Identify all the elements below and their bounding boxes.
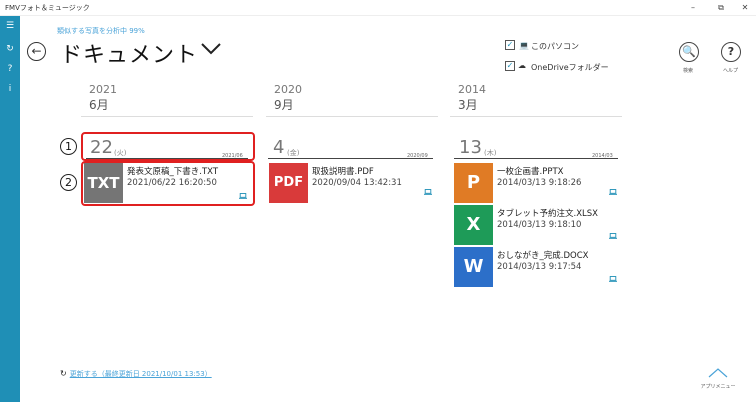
cloud-icon: ☁ (518, 61, 526, 70)
callout-number: 1 (60, 138, 77, 155)
file-name: タブレット予約注文.XLSX (497, 209, 598, 219)
month-divider (81, 116, 253, 117)
minimize-button[interactable]: – (687, 2, 699, 14)
laptop-icon: 💻 (519, 41, 529, 50)
hamburger-menu-icon[interactable]: ☰ (4, 20, 16, 32)
day-of-week: (金) (287, 149, 300, 157)
laptop-icon (609, 276, 617, 282)
analysis-status: 類似する写真を分析中 99% (57, 27, 145, 35)
day-divider (268, 158, 433, 159)
file-date: 2020/09/04 13:42:31 (312, 178, 402, 188)
help-icon: ? (727, 45, 735, 58)
pdf-file-icon: PDF (269, 163, 308, 203)
help-button[interactable]: ? (721, 42, 741, 62)
highlight-box-day (81, 132, 255, 161)
chevron-down-icon[interactable] (199, 38, 223, 58)
file-date: 2014/03/13 9:17:54 (497, 262, 582, 272)
month-divider (266, 116, 438, 117)
search-icon: 🔍 (682, 45, 696, 58)
file-date: 2014/03/13 9:18:26 (497, 178, 582, 188)
month-label: 3月 (458, 98, 478, 112)
arrow-left-icon: ← (31, 44, 42, 58)
help-icon[interactable]: ? (4, 63, 16, 75)
refresh-icon[interactable]: ↻ (4, 43, 16, 55)
source-onedrive-checkbox[interactable]: ✓ (505, 61, 515, 71)
app-menu-button[interactable]: アプリメニュー (700, 365, 736, 393)
year-label: 2021 (89, 83, 117, 96)
search-label: 検索 (683, 68, 694, 74)
word-file-icon: W (454, 247, 493, 287)
month-divider (450, 116, 622, 117)
chevron-up-icon (708, 368, 728, 378)
close-button[interactable]: ✕ (739, 2, 751, 14)
month-label: 9月 (274, 98, 294, 112)
year-label: 2020 (274, 83, 302, 96)
laptop-icon (609, 233, 617, 239)
restore-button[interactable]: ⧉ (715, 2, 727, 14)
file-item[interactable]: W おしながき_完成.DOCX 2014/03/13 9:17:54 (454, 247, 622, 287)
day-number[interactable]: 4 (273, 137, 284, 158)
laptop-icon (424, 189, 432, 195)
file-date: 2014/03/13 9:18:10 (497, 220, 582, 230)
highlight-box-file (81, 161, 255, 206)
source-pc-checkbox[interactable]: ✓ (505, 40, 515, 50)
title-bar: FMVフォト＆ミュージック – ⧉ ✕ (0, 0, 756, 16)
month-label: 6月 (89, 98, 109, 112)
powerpoint-file-icon: P (454, 163, 493, 203)
day-of-week: (木) (484, 149, 497, 157)
day-divider (454, 158, 618, 159)
app-menu-label: アプリメニュー (700, 384, 736, 390)
search-button[interactable]: 🔍 (679, 42, 699, 62)
file-name: 取扱説明書.PDF (312, 167, 374, 177)
back-button[interactable]: ← (27, 42, 46, 61)
source-pc-label: このパソコン (531, 42, 579, 51)
day-number[interactable]: 13 (459, 137, 482, 158)
refresh-text: 更新する（最終更新日 2021/10/01 13:53） (69, 370, 212, 378)
file-item[interactable]: X タブレット予約注文.XLSX 2014/03/13 9:18:10 (454, 205, 622, 245)
excel-file-icon: X (454, 205, 493, 245)
sidebar: ☰ ↻ ? i (0, 16, 20, 402)
help-label: ヘルプ (723, 68, 739, 74)
file-name: おしながき_完成.DOCX (497, 251, 589, 261)
page-title: ドキュメント (60, 43, 199, 68)
file-item[interactable]: PDF 取扱説明書.PDF 2020/09/04 13:42:31 (269, 163, 437, 203)
refresh-icon: ↻ (60, 369, 67, 378)
app-title: FMVフォト＆ミュージック (5, 4, 90, 12)
laptop-icon (609, 189, 617, 195)
callout-number: 2 (60, 174, 77, 191)
refresh-link[interactable]: ↻ 更新する（最終更新日 2021/10/01 13:53） (60, 369, 212, 379)
file-name: 一枚企画書.PPTX (497, 167, 564, 177)
info-icon[interactable]: i (4, 83, 16, 95)
file-item[interactable]: P 一枚企画書.PPTX 2014/03/13 9:18:26 (454, 163, 622, 203)
source-onedrive-label: OneDriveフォルダー (531, 63, 609, 72)
year-label: 2014 (458, 83, 486, 96)
